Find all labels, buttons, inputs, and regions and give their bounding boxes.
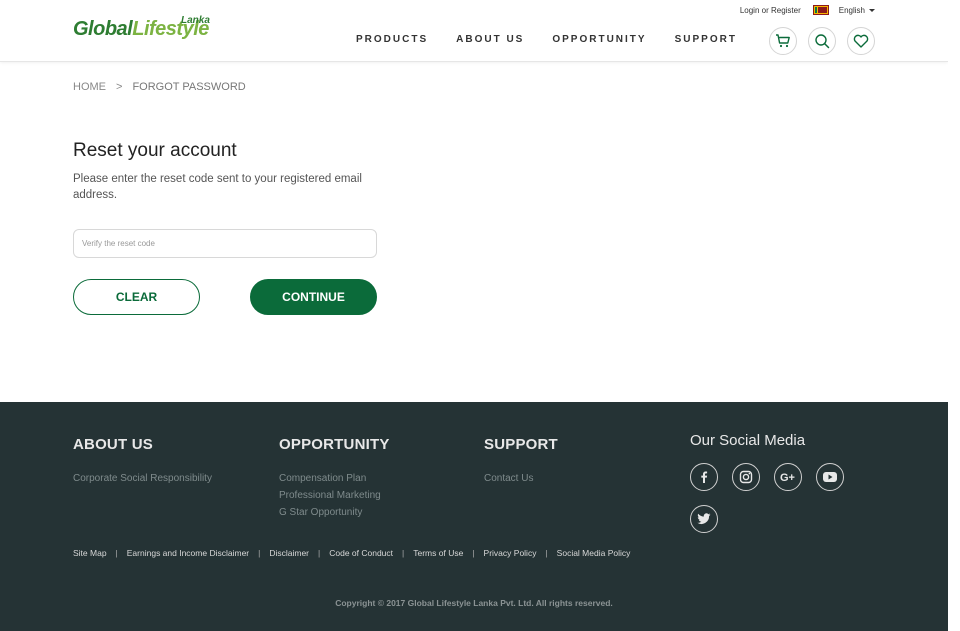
clear-button[interactable]: CLEAR [73,279,200,315]
footer-link-csr[interactable]: Corporate Social Responsibility [73,470,212,487]
youtube-link[interactable] [816,463,844,491]
svg-text:G+: G+ [780,472,795,484]
search-button[interactable] [808,27,836,55]
legal-separator: | [115,548,118,558]
top-utility-bar: Login or Register English [740,4,875,16]
language-selector[interactable]: English [839,6,875,15]
breadcrumb-separator: > [116,81,123,93]
legal-separator: | [402,548,405,558]
legal-separator: | [545,548,548,558]
legal-link-site-map[interactable]: Site Map [73,548,107,558]
facebook-link[interactable] [690,463,718,491]
legal-link-code-of-conduct[interactable]: Code of Conduct [329,548,393,558]
main-nav: PRODUCTS ABOUT US OPPORTUNITY SUPPORT [356,34,765,45]
reset-code-input[interactable] [73,229,377,258]
google-plus-icon: G+ [780,472,795,484]
copyright-text: Copyright © 2017 Global Lifestyle Lanka … [335,598,613,608]
legal-link-terms-of-use[interactable]: Terms of Use [413,548,463,558]
page-scrollbar[interactable] [948,0,960,631]
sri-lanka-flag-icon [812,5,829,15]
language-label: English [838,5,865,15]
legal-link-privacy-policy[interactable]: Privacy Policy [484,548,537,558]
site-header: GlobalLifestyle Lanka Login or Register … [0,0,948,62]
facebook-icon [701,471,708,483]
legal-links: Site Map | Earnings and Income Disclaime… [73,548,630,558]
breadcrumb: HOME > FORGOT PASSWORD [73,81,246,93]
youtube-icon [823,472,837,482]
nav-item-about-us[interactable]: ABOUT US [456,34,524,45]
nav-item-support[interactable]: SUPPORT [675,34,737,45]
breadcrumb-current: FORGOT PASSWORD [132,81,246,93]
cart-icon [776,34,790,48]
page-title: Reset your account [73,140,237,161]
legal-separator: | [258,548,261,558]
footer-heading-support: SUPPORT [484,436,558,453]
site-logo[interactable]: GlobalLifestyle Lanka [73,15,210,48]
footer-link-professional-marketing[interactable]: Professional Marketing [279,487,390,504]
logo-subtext: Lanka [181,15,210,26]
wishlist-button[interactable] [847,27,875,55]
legal-link-social-media-policy[interactable]: Social Media Policy [557,548,631,558]
site-footer: ABOUT US Corporate Social Responsibility… [0,402,948,631]
footer-heading-opportunity: OPPORTUNITY [279,436,390,453]
footer-link-g-star-opportunity[interactable]: G Star Opportunity [279,504,390,521]
legal-separator: | [472,548,475,558]
logo-text-main: Global [73,18,133,40]
twitter-icon [697,513,711,524]
instagram-link[interactable] [732,463,760,491]
page: GlobalLifestyle Lanka Login or Register … [0,0,960,631]
login-register-link[interactable]: Login or Register [740,6,801,15]
legal-separator: | [318,548,321,558]
footer-link-contact-us[interactable]: Contact Us [484,470,558,487]
chevron-down-icon [869,8,875,12]
continue-button[interactable]: CONTINUE [250,279,377,315]
footer-column-opportunity: OPPORTUNITY Compensation Plan Profession… [279,436,390,521]
nav-item-products[interactable]: PRODUCTS [356,34,428,45]
google-plus-link[interactable]: G+ [774,463,802,491]
twitter-link[interactable] [690,505,718,533]
footer-heading-about: ABOUT US [73,436,153,453]
heart-icon [853,34,869,48]
legal-link-disclaimer[interactable]: Disclaimer [269,548,309,558]
footer-column-about: ABOUT US Corporate Social Responsibility [73,436,212,487]
nav-item-opportunity[interactable]: OPPORTUNITY [552,34,646,45]
cart-button[interactable] [769,27,797,55]
breadcrumb-home[interactable]: HOME [73,81,106,93]
instagram-icon [739,470,753,484]
search-icon [815,34,830,49]
social-media-heading: Our Social Media [690,432,806,449]
footer-link-compensation-plan[interactable]: Compensation Plan [279,470,390,487]
footer-column-support: SUPPORT Contact Us [484,436,558,487]
legal-link-earnings-disclaimer[interactable]: Earnings and Income Disclaimer [127,548,249,558]
page-description: Please enter the reset code sent to your… [73,173,362,201]
